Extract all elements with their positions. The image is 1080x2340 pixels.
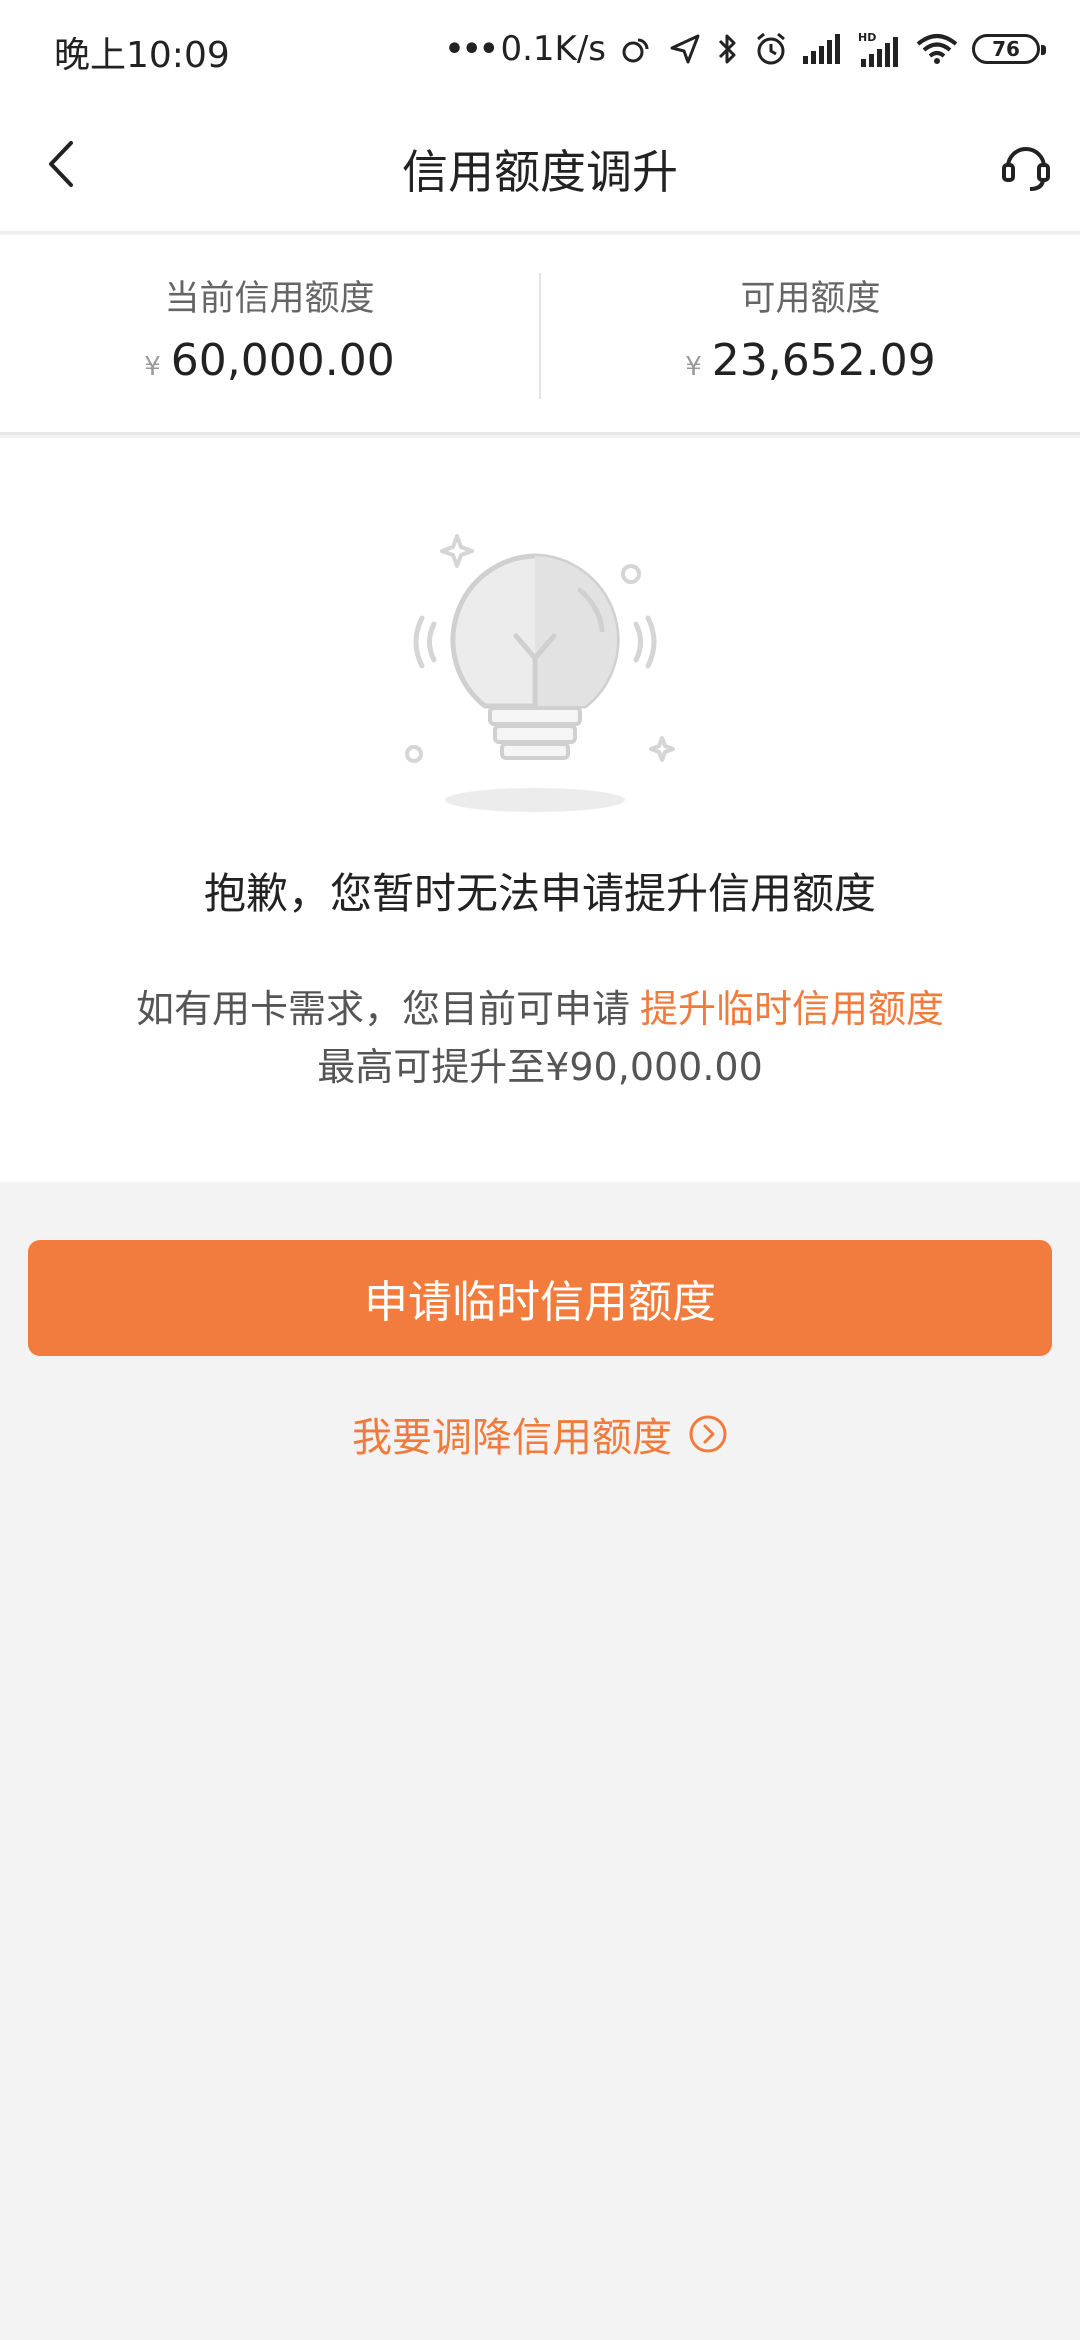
battery-level: 76	[992, 37, 1020, 61]
current-limit: 当前信用额度 ¥60,000.00	[0, 235, 539, 432]
available-limit-label: 可用额度	[740, 279, 881, 319]
current-limit-amount: 60,000.00	[170, 335, 395, 386]
customer-service-button[interactable]	[994, 134, 1058, 198]
status-bar: 晚上10:09 ••• 0.1K/s HD 76	[0, 0, 1080, 100]
limit-summary: 当前信用额度 ¥60,000.00 可用额度 ¥23,652.09	[0, 235, 1080, 435]
status-time: 晚上10:09	[54, 35, 230, 76]
lightbulb-icon	[405, 534, 675, 812]
temp-limit-link[interactable]: 提升临时信用额度	[640, 987, 944, 1031]
current-limit-value: ¥60,000.00	[0, 335, 539, 386]
location-icon	[670, 34, 700, 64]
app-header: 信用额度调升	[0, 100, 1080, 233]
currency-symbol: ¥	[144, 352, 161, 382]
decrease-limit-label: 我要调降信用额度	[352, 1415, 672, 1461]
notice-title: 抱歉，您暂时无法申请提升信用额度	[203, 869, 876, 918]
available-limit-amount: 23,652.09	[711, 335, 936, 386]
bluetooth-icon	[718, 34, 736, 64]
notice-text: 如有用卡需求，您目前可申请	[135, 987, 630, 1031]
svg-text:HD: HD	[858, 31, 876, 44]
headset-icon	[1002, 147, 1050, 191]
notice-panel: 抱歉，您暂时无法申请提升信用额度 如有用卡需求，您目前可申请 提升临时信用额度 最…	[0, 438, 1080, 1182]
page-title: 信用额度调升	[402, 145, 678, 199]
sync-icon	[622, 38, 649, 63]
signal-icon	[803, 34, 840, 64]
wifi-icon	[916, 34, 958, 64]
available-limit: 可用额度 ¥23,652.09	[541, 235, 1080, 432]
apply-temp-limit-button[interactable]: 申请临时信用额度	[28, 1240, 1052, 1356]
battery-icon: 76	[972, 34, 1046, 64]
net-speed: ••• 0.1K/s	[445, 29, 606, 69]
available-limit-value: ¥23,652.09	[541, 335, 1080, 386]
current-limit-label: 当前信用额度	[164, 279, 375, 319]
max-limit-text: 最高可提升至¥90,000.00	[317, 1045, 763, 1089]
net-speed-value: 0.1K/s	[500, 29, 606, 69]
currency-symbol: ¥	[685, 352, 702, 382]
notice-line1: 如有用卡需求，您目前可申请 提升临时信用额度	[0, 978, 1080, 1033]
signal-hd-icon: HD	[858, 31, 898, 67]
alarm-icon	[757, 32, 785, 65]
status-icons: ••• 0.1K/s HD 76	[445, 22, 1046, 76]
apply-temp-limit-label: 申请临时信用额度	[364, 1277, 716, 1328]
more-dots-icon: •••	[444, 31, 499, 67]
decrease-limit-link[interactable]: 我要调降信用额度	[0, 1405, 1080, 1463]
circle-chevron-right-icon	[689, 1415, 727, 1453]
